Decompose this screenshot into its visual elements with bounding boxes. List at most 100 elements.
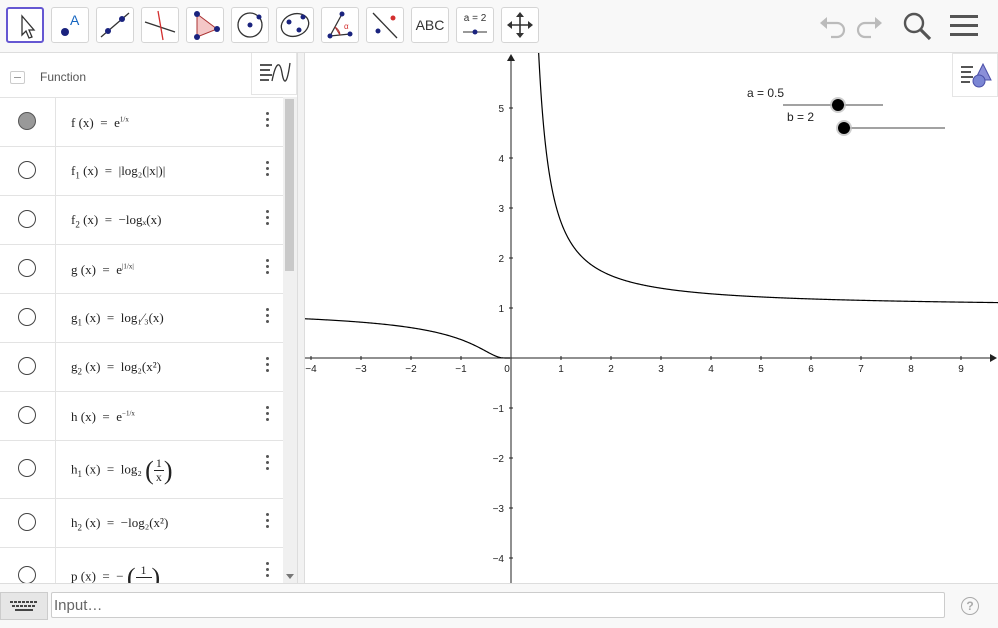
x-tick-label: −1 xyxy=(455,364,467,375)
row-menu-icon[interactable] xyxy=(266,210,270,228)
move-arrows-icon xyxy=(507,12,533,38)
reflect-tool[interactable] xyxy=(366,7,404,43)
row-menu-icon[interactable] xyxy=(266,513,270,531)
visibility-toggle[interactable] xyxy=(18,210,36,228)
axes xyxy=(305,54,997,583)
row-menu-icon[interactable] xyxy=(266,562,270,580)
visibility-toggle[interactable] xyxy=(18,308,36,326)
input-field[interactable] xyxy=(51,592,945,618)
x-tick-label: −2 xyxy=(405,364,417,375)
x-tick-label: −4 xyxy=(305,364,317,375)
slider-label: b = 2 xyxy=(787,110,814,124)
slider-icon xyxy=(463,29,487,35)
y-tick-label: 4 xyxy=(498,154,504,165)
scrollbar-thumb[interactable] xyxy=(285,99,294,271)
algebra-expression[interactable]: h1 (x) = log₂ (1 x) xyxy=(71,457,173,484)
algebra-row[interactable]: g1 (x) = log₁⁄₃(x) xyxy=(0,293,283,342)
svg-text:A: A xyxy=(70,12,80,28)
y-tick-labels: 5 4 3 2 1 −1 −2 −3 −4 xyxy=(493,104,513,565)
sliders: a = 0.5b = 2 xyxy=(747,86,945,136)
algebra-expression[interactable]: g2 (x) = log₂(x²) xyxy=(71,359,161,377)
row-menu-icon[interactable] xyxy=(266,161,270,179)
graphics-style-icon xyxy=(961,62,992,88)
perpendicular-tool[interactable] xyxy=(141,7,179,43)
slider-b[interactable]: b = 2 xyxy=(787,110,945,136)
algebra-row[interactable]: p (x) = − (1) xyxy=(0,547,283,583)
visibility-toggle[interactable] xyxy=(18,406,36,424)
row-menu-icon[interactable] xyxy=(266,259,270,277)
angle-tool[interactable]: α xyxy=(321,7,359,43)
algebra-row[interactable]: f (x) = e1/x xyxy=(0,97,283,146)
algebra-expression[interactable]: f1 (x) = |log₂(|x|)| xyxy=(71,163,165,181)
algebra-row[interactable]: h2 (x) = −log₂(x²) xyxy=(0,498,283,547)
row-menu-icon[interactable] xyxy=(266,406,270,424)
y-tick-label: −1 xyxy=(493,404,505,415)
line-tool[interactable] xyxy=(96,7,134,43)
x-axis-arrow xyxy=(990,354,997,362)
x-tick-label: 3 xyxy=(658,364,664,375)
visibility-toggle[interactable] xyxy=(18,112,36,130)
toolbar: A α ABC a = 2 xyxy=(0,0,998,53)
algebra-row[interactable]: g (x) = e|1/x| xyxy=(0,244,283,293)
algebra-row[interactable]: f2 (x) = −logₓ(x) xyxy=(0,195,283,244)
row-menu-icon[interactable] xyxy=(266,357,270,375)
main-menu-button[interactable] xyxy=(948,10,980,42)
graphics-style-button[interactable] xyxy=(952,53,998,97)
algebra-row[interactable]: h (x) = e−1/x xyxy=(0,391,283,440)
algebra-row[interactable]: f1 (x) = |log₂(|x|)| xyxy=(0,146,283,195)
search-button[interactable] xyxy=(901,10,933,42)
algebra-expression[interactable]: h (x) = e−1/x xyxy=(71,409,135,427)
x-tick-label: 5 xyxy=(758,364,764,375)
graphics-canvas[interactable]: −4 −3 −2 −1 0 1 2 3 4 5 6 7 8 9 5 4 3 2 1 −1 −2 −3 −4 a = 0.5… xyxy=(305,53,998,583)
text-tool[interactable]: ABC xyxy=(411,7,449,43)
visibility-toggle[interactable] xyxy=(18,459,36,477)
algebra-expression[interactable]: f2 (x) = −logₓ(x) xyxy=(71,212,161,230)
point-tool[interactable]: A xyxy=(51,7,89,43)
algebra-expression[interactable]: g (x) = e|1/x| xyxy=(71,262,134,280)
move-tool[interactable] xyxy=(6,7,44,43)
help-icon[interactable]: ? xyxy=(961,597,979,615)
x-tick-label: 0 xyxy=(504,364,510,375)
move-graphics-tool[interactable] xyxy=(501,7,539,43)
algebra-expression[interactable]: h2 (x) = −log₂(x²) xyxy=(71,515,168,533)
circle-tool[interactable] xyxy=(231,7,269,43)
row-menu-icon[interactable] xyxy=(266,308,270,326)
graphics-view[interactable]: −4 −3 −2 −1 0 1 2 3 4 5 6 7 8 9 5 4 3 2 1 −1 −2 −3 −4 a = 0.5… xyxy=(305,53,998,583)
algebra-expression[interactable]: g1 (x) = log₁⁄₃(x) xyxy=(71,310,164,328)
algebra-expression[interactable]: f (x) = e1/x xyxy=(71,115,129,133)
algebra-row[interactable]: h1 (x) = log₂ (1 x) xyxy=(0,440,283,498)
visibility-toggle[interactable] xyxy=(18,513,36,531)
visibility-toggle[interactable] xyxy=(18,566,36,583)
visibility-toggle[interactable] xyxy=(18,357,36,375)
visibility-toggle[interactable] xyxy=(18,259,36,277)
algebra-view: Function f (x) = e1/x f1 (x) = |log₂(|x|… xyxy=(0,53,297,583)
visibility-toggle[interactable] xyxy=(18,161,36,179)
polygon-tool[interactable] xyxy=(186,7,224,43)
y-tick-label: 1 xyxy=(498,304,504,315)
y-tick-label: −4 xyxy=(493,554,505,565)
slider-tool[interactable]: a = 2 xyxy=(456,7,494,43)
conic-tool[interactable] xyxy=(276,7,314,43)
slider-a[interactable]: a = 0.5 xyxy=(747,86,883,113)
algebra-row[interactable]: g2 (x) = log₂(x²) xyxy=(0,342,283,391)
algebra-header: Function xyxy=(0,53,297,97)
virtual-keyboard-button[interactable] xyxy=(0,592,48,620)
redo-button[interactable] xyxy=(853,10,885,42)
group-title: Function xyxy=(40,70,87,84)
x-tick-label: 7 xyxy=(858,364,864,375)
algebra-expression[interactable]: p (x) = − (1) xyxy=(71,564,160,584)
undo-button[interactable] xyxy=(817,10,849,42)
row-menu-icon[interactable] xyxy=(266,112,270,130)
scroll-down-icon[interactable] xyxy=(286,574,294,579)
x-tick-label: 8 xyxy=(908,364,914,375)
x-tick-label: 2 xyxy=(608,364,614,375)
view-divider[interactable] xyxy=(297,53,305,583)
circle-center-icon xyxy=(237,12,263,38)
algebra-scrollbar[interactable] xyxy=(283,97,297,583)
function-graph-f[interactable] xyxy=(305,53,998,359)
undo-icon xyxy=(820,17,846,39)
algebra-style-button[interactable] xyxy=(251,53,297,95)
row-menu-icon[interactable] xyxy=(266,455,270,473)
collapse-group-icon[interactable] xyxy=(10,71,25,84)
input-bar: ? xyxy=(0,583,998,628)
